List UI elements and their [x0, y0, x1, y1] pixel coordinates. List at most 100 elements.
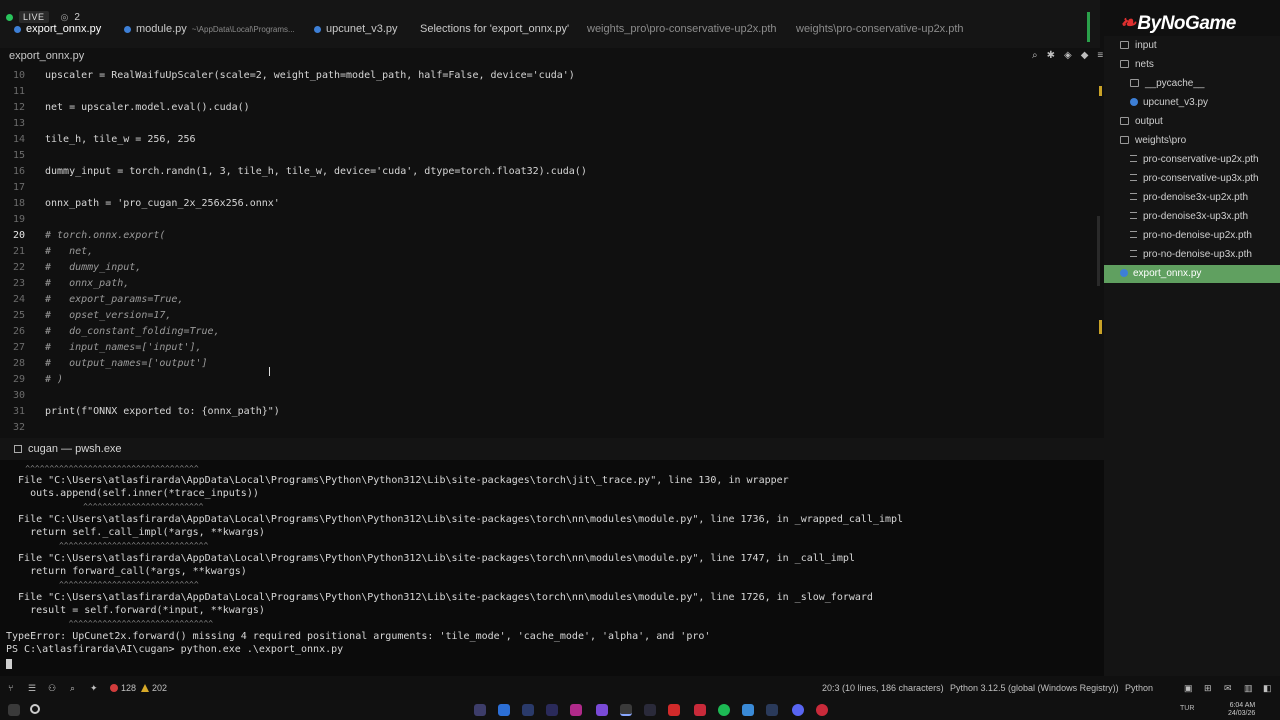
git-icon[interactable]: ⑂ — [8, 683, 13, 693]
tree-item[interactable]: pro-no-denoise-up3x.pth — [1104, 246, 1280, 264]
file-icon — [1130, 174, 1137, 181]
tab-module[interactable]: module.py ~\AppData\Local\Programs... — [124, 20, 295, 38]
windows-start-icon[interactable] — [8, 704, 20, 716]
code-line[interactable]: 14 tile_h, tile_w = 256, 256 — [0, 132, 1100, 148]
bell-icon[interactable]: ✉ — [1224, 683, 1232, 694]
tab-export-onnx[interactable]: export_onnx.py — [14, 20, 101, 38]
list-icon[interactable]: ☰ — [28, 683, 36, 694]
tree-item[interactable]: weights\pro — [1104, 132, 1280, 150]
editor-app-icon[interactable] — [620, 704, 632, 716]
search-icon[interactable]: ⌕ — [1032, 50, 1038, 61]
opera-icon[interactable] — [816, 704, 828, 716]
terminal-tab[interactable]: cugan — pwsh.exe — [14, 443, 122, 455]
code-line[interactable]: 18 onnx_path = 'pro_cugan_2x_256x256.onnx… — [0, 196, 1100, 212]
tab-upcunet[interactable]: upcunet_v3.py — [314, 20, 398, 38]
taskbar-search-icon[interactable] — [30, 704, 40, 714]
code-line[interactable]: 24 # export_params=True, — [0, 292, 1100, 308]
sidebar-icon[interactable]: ▥ — [1244, 683, 1253, 694]
cursor-position[interactable]: 20:3 (10 lines, 186 characters) — [822, 683, 944, 693]
tab-weights[interactable]: weights\pro-conservative-up2x.pth — [796, 20, 964, 38]
after-effects-icon[interactable] — [546, 704, 558, 716]
terminal-header: cugan — pwsh.exe — [0, 438, 1104, 460]
tree-item[interactable]: upcunet_v3.py — [1104, 94, 1280, 112]
code-line[interactable]: 10 upscaler = RealWaifuUpScaler(scale=2, … — [0, 68, 1100, 84]
tree-item[interactable]: __pycache__ — [1104, 75, 1280, 93]
code-text: # torch.onnx.export( — [45, 230, 166, 241]
menu-icon[interactable]: ≡ — [1097, 50, 1103, 61]
terminal-line: ^^^^^^^^^^^^^^^^^^^^^^^^^^^^^^ — [6, 619, 214, 628]
code-line[interactable]: 26 # do_constant_folding=True, — [0, 324, 1100, 340]
tree-item[interactable]: pro-no-denoise-up2x.pth — [1104, 227, 1280, 245]
people-icon[interactable]: ⚇ — [48, 683, 56, 694]
file-title: export_onnx.py — [9, 50, 85, 62]
app-icon-5[interactable] — [742, 704, 754, 716]
obsidian-icon[interactable] — [596, 704, 608, 716]
code-line[interactable]: 16 dummy_input = torch.randn(1, 3, tile_h… — [0, 164, 1100, 180]
app-icon-3[interactable] — [668, 704, 680, 716]
tree-item[interactable]: input — [1104, 37, 1280, 55]
debug-icon[interactable]: ✦ — [90, 683, 98, 694]
photoshop-icon[interactable] — [522, 704, 534, 716]
text-cursor-icon — [269, 367, 274, 376]
tab-selections[interactable]: Selections for 'export_onnx.py' — [420, 20, 569, 38]
tree-item[interactable]: pro-conservative-up3x.pth — [1104, 170, 1280, 188]
code-line[interactable]: 31 print(f"ONNX exported to: {onnx_path}"… — [0, 404, 1100, 420]
code-line[interactable]: 19 — [0, 212, 1100, 228]
code-line[interactable]: 28 # output_names=['output'] — [0, 356, 1100, 372]
code-line[interactable]: 20 # torch.onnx.export( — [0, 228, 1100, 244]
tree-item-label: pro-no-denoise-up2x.pth — [1143, 230, 1252, 241]
code-line[interactable]: 32 — [0, 420, 1100, 436]
tree-item[interactable]: pro-denoise3x-up3x.pth — [1104, 208, 1280, 226]
tree-item-label: input — [1135, 40, 1157, 51]
code-text: # ) — [45, 374, 64, 385]
app-icon-1[interactable] — [474, 704, 486, 716]
code-line[interactable]: 21 # net, — [0, 244, 1100, 260]
code-line[interactable]: 17 — [0, 180, 1100, 196]
line-number: 11 — [12, 86, 25, 97]
tree-item-label: pro-conservative-up2x.pth — [1143, 154, 1259, 165]
file-icon — [1130, 193, 1137, 200]
language-mode[interactable]: Python — [1125, 683, 1153, 693]
code-line[interactable]: 27 # input_names=['input'], — [0, 340, 1100, 356]
editor-scrollbar[interactable] — [1097, 216, 1100, 286]
terminal-line: ^^^^^^^^^^^^^^^^^^^^^^^^^ — [6, 502, 204, 511]
pin-icon[interactable]: ◆ — [1081, 50, 1089, 61]
layout-icon[interactable]: ⊞ — [1204, 683, 1212, 694]
python-interpreter[interactable]: Python 3.12.5 (global (Windows Registry)… — [950, 683, 1119, 693]
code-line[interactable]: 22 # dummy_input, — [0, 260, 1100, 276]
tree-item[interactable]: export_onnx.py — [1104, 265, 1280, 283]
code-line[interactable]: 13 — [0, 116, 1100, 132]
split-icon[interactable]: ◈ — [1064, 50, 1072, 61]
feedback-icon[interactable]: ◧ — [1263, 683, 1272, 694]
tab-weights-pro[interactable]: weights_pro\pro-conservative-up2x.pth — [587, 20, 777, 38]
spotify-icon[interactable] — [718, 704, 730, 716]
app-icon-4[interactable] — [694, 704, 706, 716]
clock[interactable]: 6:04 AM 24/03/26 — [1228, 702, 1255, 718]
diagnostics[interactable]: 128 202 — [110, 683, 167, 693]
tab-label: export_onnx.py — [26, 23, 102, 35]
search-status-icon[interactable]: ⌕ — [70, 683, 75, 694]
code-line[interactable]: 23 # onnx_path, — [0, 276, 1100, 292]
code-line[interactable]: 11 — [0, 84, 1100, 100]
settings-icon[interactable]: ✱ — [1047, 50, 1055, 61]
code-line[interactable]: 30 — [0, 388, 1100, 404]
code-line[interactable]: 12 net = upscaler.model.eval().cuda() — [0, 100, 1100, 116]
code-line[interactable]: 29 # ) — [0, 372, 1100, 388]
messenger-icon[interactable] — [498, 704, 510, 716]
app-icon-2[interactable] — [644, 704, 656, 716]
folder-icon — [1120, 117, 1129, 125]
code-line[interactable]: 15 — [0, 148, 1100, 164]
tree-item[interactable]: pro-conservative-up2x.pth — [1104, 151, 1280, 169]
tree-item[interactable]: nets — [1104, 56, 1280, 74]
adobe-xd-icon[interactable] — [570, 704, 582, 716]
code-line[interactable]: 25 # opset_version=17, — [0, 308, 1100, 324]
tree-item[interactable]: pro-denoise3x-up2x.pth — [1104, 189, 1280, 207]
discord-icon[interactable] — [792, 704, 804, 716]
steam-icon[interactable] — [766, 704, 778, 716]
terminal[interactable]: ^^^^^^^^^^^^^^^^^^^^^^^^^^^^^^^^^^^^ Fil… — [0, 460, 1104, 676]
tree-item[interactable]: output — [1104, 113, 1280, 131]
panel-icon[interactable]: ▣ — [1184, 683, 1193, 694]
code-editor[interactable]: 10 upscaler = RealWaifuUpScaler(scale=2, … — [0, 66, 1102, 436]
language-indicator[interactable]: TUR — [1180, 705, 1194, 712]
tree-item-label: pro-denoise3x-up3x.pth — [1143, 211, 1249, 222]
